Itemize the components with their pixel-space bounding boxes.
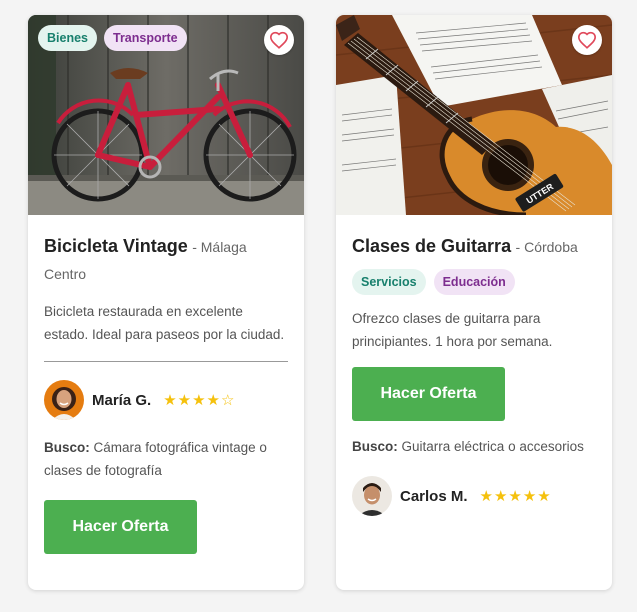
listing-title: Clases de Guitarra [352, 236, 512, 256]
tag-educacion: Educación [433, 269, 515, 295]
seeking-text: Guitarra eléctrica o accesorios [401, 439, 584, 454]
seeking-info: Busco: Cámara fotográfica vintage o clas… [44, 436, 288, 482]
listing-card-guitarra[interactable]: UTTER Clases de Guitarra - Córdoba Servi… [336, 15, 612, 590]
make-offer-button[interactable]: Hacer Oferta [44, 500, 197, 554]
listing-description: Ofrezco clases de guitarra para principi… [352, 311, 553, 349]
listing-image-bicycle: Bienes Transporte [28, 15, 304, 215]
listing-heading: Clases de Guitarra - Córdoba [352, 233, 596, 261]
favorite-button[interactable] [264, 25, 294, 55]
seeking-label: Busco: [352, 439, 398, 454]
tag-bienes: Bienes [38, 25, 97, 51]
rating-stars: ★★★★★ [479, 488, 552, 505]
seeking-label: Busco: [44, 440, 90, 455]
heart-outline-icon [577, 31, 597, 49]
listing-image-guitar: UTTER [336, 15, 612, 215]
divider [44, 361, 288, 362]
listing-card-bicicleta[interactable]: Bienes Transporte Bicicleta Vintage - Má… [28, 15, 304, 590]
listing-tags: Servicios Educación [352, 269, 596, 295]
avatar[interactable] [44, 380, 84, 420]
rating-stars: ★★★★☆ [163, 392, 236, 409]
owner-info: María G. ★★★★☆ [44, 380, 288, 420]
tag-servicios: Servicios [352, 269, 426, 295]
avatar[interactable] [352, 476, 392, 516]
tag-transporte: Transporte [104, 25, 187, 51]
heart-outline-icon [269, 31, 289, 49]
avatar-woman [44, 380, 84, 420]
owner-name[interactable]: María G. [92, 392, 151, 409]
owner-info: Carlos M. ★★★★★ [352, 476, 596, 516]
favorite-button[interactable] [572, 25, 602, 55]
listing-heading: Bicicleta Vintage - Málaga Centro [44, 233, 288, 288]
seeking-info: Busco: Guitarra eléctrica o accesorios [352, 435, 596, 458]
make-offer-button[interactable]: Hacer Oferta [352, 367, 505, 421]
listing-description: Bicicleta restaurada en excelente estado… [44, 304, 285, 342]
guitar-photo: UTTER [336, 15, 612, 215]
listing-title: Bicicleta Vintage [44, 236, 188, 256]
listing-location: - Córdoba [515, 239, 578, 255]
owner-name[interactable]: Carlos M. [400, 488, 468, 505]
avatar-man [352, 476, 392, 516]
